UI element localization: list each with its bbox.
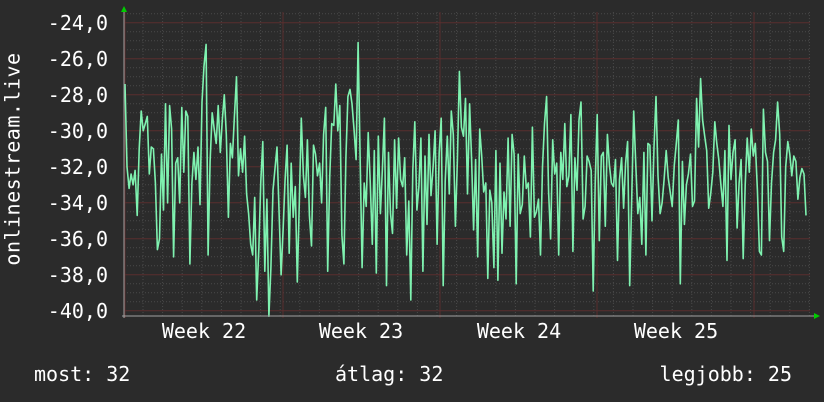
x-tick-label: Week 24 xyxy=(477,319,561,343)
x-axis-tick-labels: Week 22 Week 23 Week 24 Week 25 xyxy=(162,319,718,343)
x-tick-label: Week 23 xyxy=(319,319,403,343)
y-axis-label: onlinestream.live xyxy=(1,0,26,318)
current-stat-label: most: xyxy=(34,362,95,386)
average-stat-label: átlag: xyxy=(335,362,408,386)
stats-bar: most: 32 átlag: 32 legjobb: 25 xyxy=(0,362,824,388)
y-axis-tick-labels: -24,0 -26,0 -28,0 -30,0 -32,0 -34,0 -36,0 -38,0… xyxy=(48,11,108,323)
y-tick-label: -30,0 xyxy=(48,119,108,143)
y-axis-arrow-icon xyxy=(121,6,127,12)
current-stat: most: 32 xyxy=(34,362,130,386)
y-tick-label: -36,0 xyxy=(48,227,108,251)
best-stat: legjobb: 25 xyxy=(660,362,792,386)
average-stat-value: 32 xyxy=(419,362,444,386)
x-tick-label: Week 25 xyxy=(634,319,718,343)
y-tick-label: -26,0 xyxy=(48,47,108,71)
average-stat: átlag: 32 xyxy=(335,362,443,386)
current-stat-value: 32 xyxy=(106,362,131,386)
x-axis-arrow-icon xyxy=(814,313,820,319)
y-tick-label: -34,0 xyxy=(48,191,108,215)
y-tick-label: -28,0 xyxy=(48,83,108,107)
y-tick-label: -40,0 xyxy=(48,299,108,323)
x-tick-label: Week 22 xyxy=(162,319,246,343)
best-stat-value: 25 xyxy=(767,362,792,386)
best-stat-label: legjobb: xyxy=(659,362,756,386)
y-axis-label-text: onlinestream.live xyxy=(1,52,26,266)
y-tick-label: -24,0 xyxy=(48,11,108,35)
y-tick-label: -38,0 xyxy=(48,263,108,287)
y-tick-label: -32,0 xyxy=(48,155,108,179)
line-chart: -24,0 -26,0 -28,0 -30,0 -32,0 -34,0 -36,0 -38,0… xyxy=(48,6,820,343)
